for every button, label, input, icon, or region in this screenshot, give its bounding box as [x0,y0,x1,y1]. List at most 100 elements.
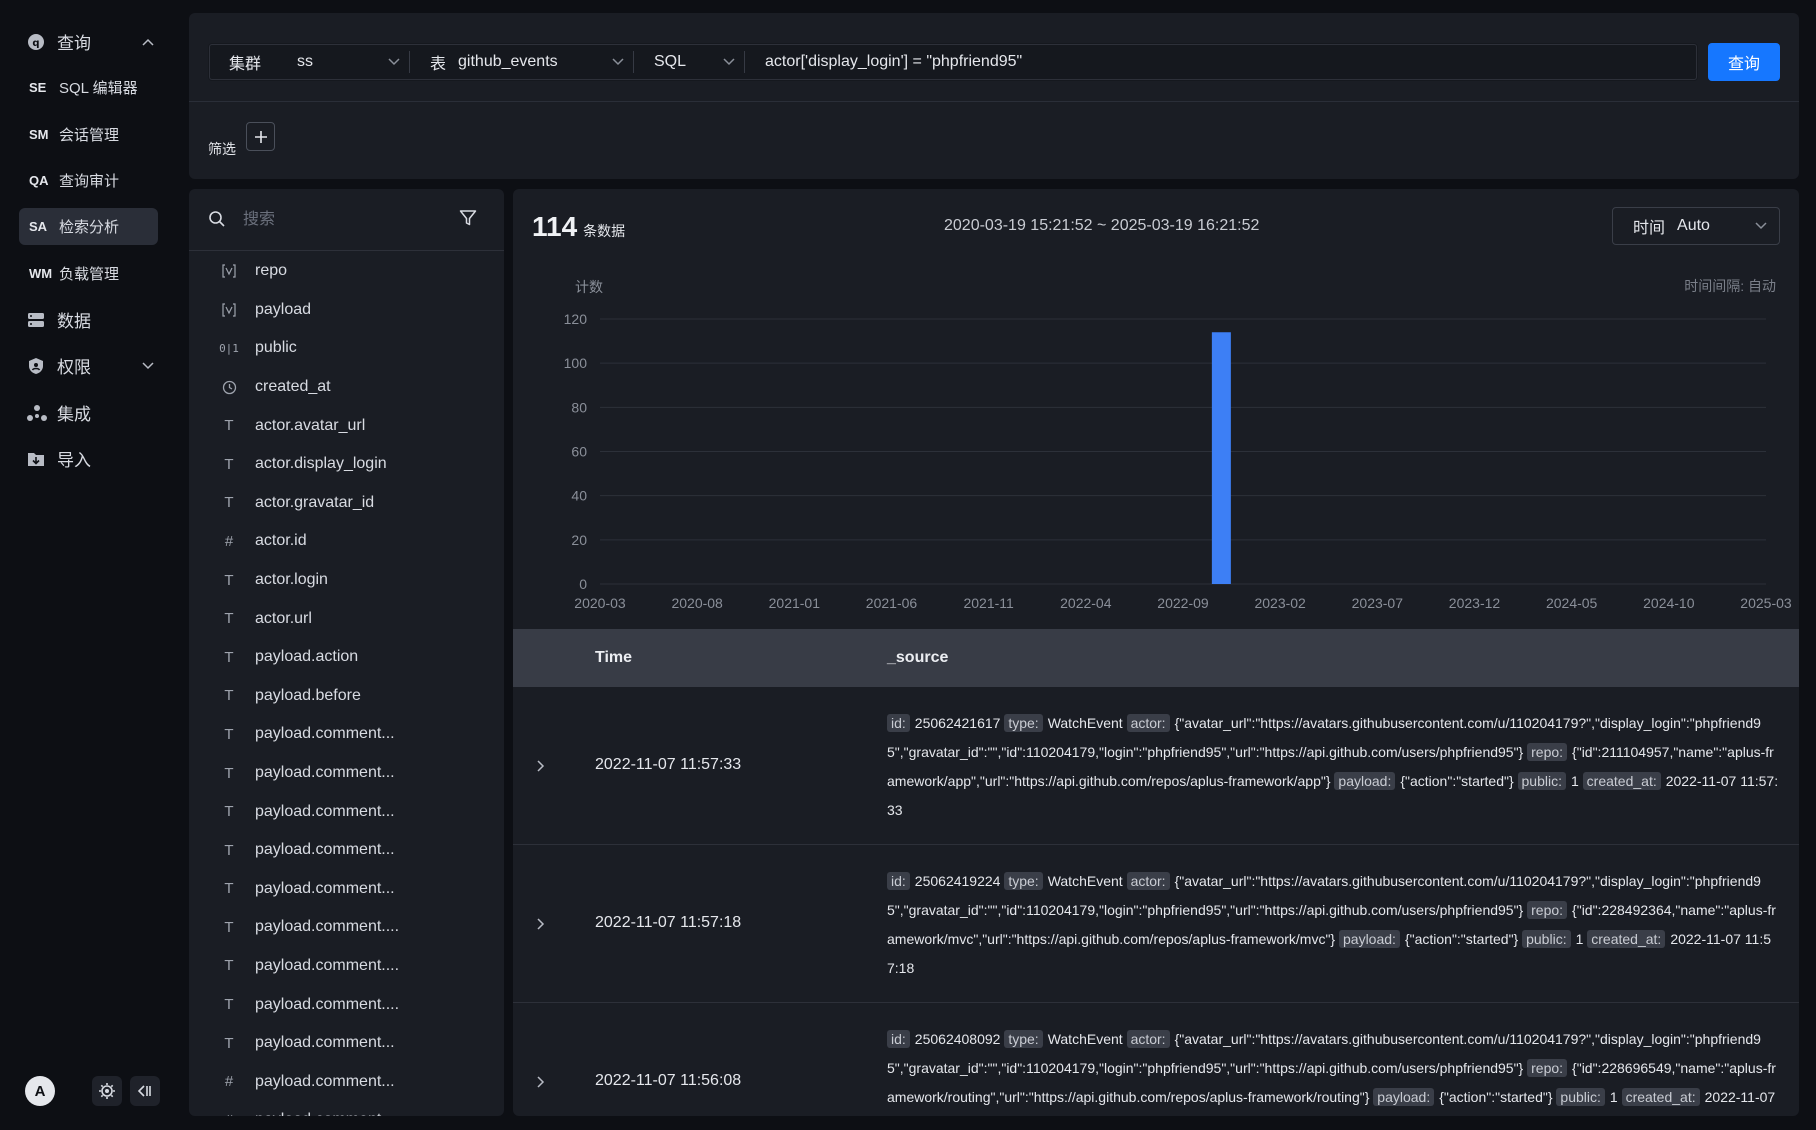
field-item[interactable]: Tpayload.comment.... [189,947,504,986]
field-item[interactable]: Tpayload.before [189,677,504,716]
chevron-right-icon[interactable] [531,914,551,934]
text-type-icon: T [224,841,234,859]
field-name: actor.id [255,532,307,550]
x-tick-label: 2021-06 [866,595,918,611]
add-filter-button[interactable] [246,122,275,151]
chevron-down-icon [603,58,633,66]
field-item[interactable]: Tpayload.comment.... [189,908,504,947]
sidebar-item-import[interactable]: 导入 [19,440,158,477]
table-row[interactable]: 2022-11-07 11:57:33 id: 25062421617 type: W… [513,687,1799,845]
row-source: id: 25062419224 type: WatchEvent actor: {"a… [887,867,1779,983]
nav-group-label: 集成 [57,405,91,424]
field-item[interactable]: Tactor.gravatar_id [189,484,504,523]
avatar[interactable]: A [25,1076,55,1106]
nav-abbr: WM [29,266,53,281]
field-item[interactable]: # actor.id [189,522,504,561]
field-item[interactable]: #payload.comment... [189,1062,504,1101]
text-type-icon: T [224,610,234,628]
chevron-up-icon[interactable] [138,32,158,52]
table-row[interactable]: 2022-11-07 11:57:18 id: 25062419224 type: W… [513,845,1799,1003]
map-type-icon [189,303,255,317]
field-item[interactable]: Tpayload.comment... [189,715,504,754]
field-item[interactable]: repo [189,252,504,291]
cluster-value: ss [297,53,314,70]
collapse-icon [137,1085,151,1097]
column-header-time: Time [595,649,633,666]
sidebar-footer: A [0,1076,177,1112]
field-search-bar [189,189,504,251]
sidebar-item-search-analysis[interactable]: SA 检索分析 [19,208,158,245]
query-bar: 集群 ss 表 github_events SQL [208,43,1698,81]
cluster-label: 集群 [229,56,262,73]
sidebar-item-integration[interactable]: 集成 [19,394,158,431]
x-tick-label: 2023-07 [1352,595,1404,611]
field-name: payload.comment... [255,841,395,859]
theme-toggle-button[interactable] [92,1076,122,1106]
field-item[interactable]: Tpayload.comment... [189,1024,504,1063]
query-button[interactable]: 查询 [1708,43,1780,81]
field-item[interactable]: Tpayload.comment... [189,792,504,831]
nav-group-permissions[interactable]: 权限 [19,347,158,384]
field-item[interactable]: Tpayload.comment... [189,754,504,793]
chevron-right-icon[interactable] [531,1072,551,1092]
chevron-right-icon[interactable] [531,756,551,776]
field-item[interactable]: Tpayload.comment... [189,870,504,909]
nav-abbr: QA [29,173,49,188]
chevron-down-icon[interactable] [138,356,158,376]
field-name: payload.comment.... [255,995,400,1013]
field-item[interactable]: created_at [189,368,504,407]
sidebar-item-workload-management[interactable]: WM 负载管理 [19,255,158,292]
table-select[interactable]: 表 github_events [410,44,633,80]
table-row[interactable]: 2022-11-07 11:56:08 id: 25062408092 type: W… [513,1003,1799,1116]
nav-group-query[interactable]: q 查询 [19,23,158,60]
x-tick-label: 2025-03 [1740,595,1792,611]
table-value: github_events [458,53,558,70]
sidebar-item-sql-editor[interactable]: SE SQL 编辑器 [19,69,158,106]
text-type-icon: T [224,1034,234,1052]
divider [189,101,1799,102]
search-icon [208,210,226,233]
cluster-select[interactable]: 集群 ss [209,44,409,80]
field-item[interactable]: Tactor.display_login [189,445,504,484]
field-item[interactable]: Tactor.url [189,599,504,638]
nav-group-label: 导入 [57,451,91,470]
field-name: payload [255,300,312,318]
y-axis-label: 计数 [575,279,603,295]
source-value: WatchEvent [1047,873,1123,889]
field-name: payload.action [255,648,359,666]
field-name: payload.comment... [255,725,395,743]
field-name: payload.before [255,686,361,704]
x-tick-label: 2022-09 [1157,595,1209,611]
sql-input[interactable] [745,44,1697,80]
source-key-tag: public: [1517,772,1566,790]
source-key-tag: type: [1004,714,1043,732]
sidebar-item-data[interactable]: 数据 [19,301,158,338]
source-key-tag: actor: [1126,1030,1170,1048]
filter-icon[interactable] [459,209,477,232]
boolean-type-icon: 0|1 [219,341,239,355]
sidebar-item-session-management[interactable]: SM 会话管理 [19,116,158,153]
source-key-tag: actor: [1126,714,1170,732]
field-item[interactable]: Tpayload.comment... [189,831,504,870]
field-item[interactable]: Tactor.avatar_url [189,406,504,445]
field-item[interactable]: Tactor.login [189,561,504,600]
source-key-tag: repo: [1527,743,1568,761]
sidebar-item-query-audit[interactable]: QA 查询审计 [19,162,158,199]
field-item[interactable]: 0|1 public [189,329,504,368]
row-time: 2022-11-07 11:57:33 [595,756,742,773]
mode-select[interactable]: SQL [634,44,744,80]
source-key-tag: id: [887,714,910,732]
field-item[interactable]: Tpayload.action [189,638,504,677]
text-type-icon: T [224,455,234,473]
source-key-tag: created_at: [1582,772,1661,790]
row-source: id: 25062408092 type: WatchEvent actor: {"a… [887,1025,1779,1116]
field-item[interactable]: payload [189,291,504,330]
collapse-sidebar-button[interactable] [130,1076,160,1106]
field-name: payload.comment... [255,1034,395,1052]
shield-icon [19,357,57,375]
import-folder-icon [19,451,57,467]
y-tick-label: 80 [571,399,587,415]
field-item[interactable]: Tpayload.comment.... [189,985,504,1024]
field-item[interactable]: #payload.comment... [189,1101,504,1116]
field-search-input[interactable] [243,207,443,233]
